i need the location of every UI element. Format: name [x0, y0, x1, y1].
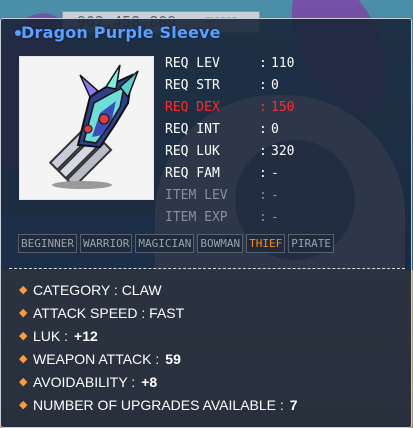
prop-value: +12 — [74, 327, 98, 344]
job-requirements: BEGINNER WARRIOR MAGICIAN BOWMAN THIEF P… — [18, 234, 334, 253]
req-value: 150 — [271, 99, 295, 115]
job-thief: THIEF — [246, 234, 286, 253]
bullet-icon: ◆ — [19, 330, 28, 342]
job-warrior: WARRIOR — [79, 234, 133, 253]
prop-value: +8 — [141, 373, 158, 390]
req-value: 320 — [271, 143, 295, 159]
prop-label: CATEGORY : CLAW — [33, 281, 162, 298]
req-key: REQ LUK — [165, 143, 220, 159]
req-value: 110 — [271, 55, 295, 71]
prop-value: 7 — [289, 396, 298, 413]
req-key: REQ INT — [165, 121, 220, 137]
req-fam: REQ FAM: - — [165, 165, 279, 181]
prop-label: NUMBER OF UPGRADES AVAILABLE : — [33, 396, 284, 413]
prop-value: 59 — [165, 350, 181, 367]
bullet-icon: ◆ — [19, 376, 28, 388]
prop-avoidability: ◆ AVOIDABILITY : +8 — [19, 370, 409, 393]
prop-weapon-attack: ◆ WEAPON ATTACK : 59 — [19, 347, 409, 370]
req-key: ITEM EXP — [165, 209, 228, 225]
prop-label: ATTACK SPEED : FAST — [33, 304, 185, 321]
req-level: REQ LEV:110 — [165, 55, 295, 71]
prop-upgrades: ◆ NUMBER OF UPGRADES AVAILABLE : 7 — [19, 393, 409, 416]
req-value: - — [271, 165, 279, 181]
job-magician: MAGICIAN — [135, 234, 195, 253]
bullet-icon: ◆ — [19, 307, 28, 319]
job-pirate: PIRATE — [288, 234, 334, 253]
job-beginner: BEGINNER — [18, 234, 77, 253]
requirements-list: REQ LEV:110 REQ STR:0 REQ DEX:150 REQ IN… — [165, 52, 405, 228]
prop-label: AVOIDABILITY : — [33, 373, 136, 390]
prop-attack-speed: ◆ ATTACK SPEED : FAST — [19, 301, 409, 324]
req-value: - — [271, 187, 279, 203]
req-int: REQ INT:0 — [165, 121, 279, 137]
prop-category: ◆ CATEGORY : CLAW — [19, 278, 409, 301]
item-properties: ◆ CATEGORY : CLAW ◆ ATTACK SPEED : FAST … — [19, 278, 409, 416]
dragon-claw-icon — [48, 64, 139, 189]
req-key: ITEM LEV — [165, 187, 228, 203]
prop-label: WEAPON ATTACK : — [33, 350, 160, 367]
req-str: REQ STR:0 — [165, 77, 279, 93]
req-key: REQ DEX — [165, 99, 220, 115]
item-level: ITEM LEV: - — [165, 187, 279, 203]
bullet-icon: ◆ — [19, 284, 28, 296]
req-key: REQ LEV — [165, 55, 220, 71]
req-luk: REQ LUK:320 — [165, 143, 295, 159]
req-value: 0 — [271, 77, 279, 93]
item-exp: ITEM EXP: - — [165, 209, 279, 225]
job-bowman: BOWMAN — [197, 234, 244, 253]
bullet-icon: ◆ — [19, 353, 28, 365]
item-image-frame — [19, 56, 154, 200]
item-tooltip: Dragon Purple Sleeve REQ LEV: 110 REQ ST… — [0, 18, 412, 428]
req-key: REQ FAM — [165, 165, 220, 181]
req-dex: REQ DEX:150 — [165, 99, 295, 115]
req-key: REQ STR — [165, 77, 220, 93]
prop-luk: ◆ LUK : +12 — [19, 324, 409, 347]
req-value: - — [271, 209, 279, 225]
item-name: Dragon Purple Sleeve — [21, 23, 221, 42]
divider — [9, 268, 405, 269]
bullet-icon: ◆ — [19, 399, 28, 411]
req-value: 0 — [271, 121, 279, 137]
prop-label: LUK : — [33, 327, 69, 344]
